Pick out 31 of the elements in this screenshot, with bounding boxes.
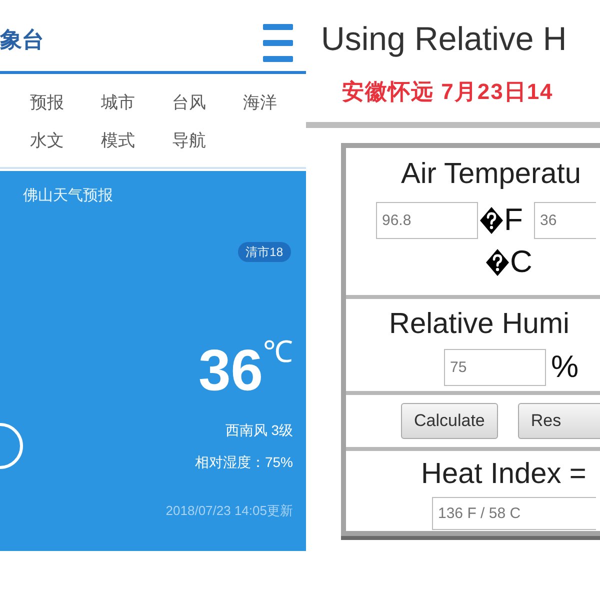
temperature-value: 36 [198,342,263,400]
result-field[interactable]: 136 F / 58 C [432,497,596,530]
info-badge: 清市18 [238,242,291,262]
unit-label: F [504,201,523,239]
input-field[interactable]: 75 [444,348,546,386]
nav-link[interactable]: 台风 [172,92,206,114]
page-title: Using Relative H [321,19,568,59]
nav-link[interactable]: 海洋 [243,92,277,114]
wind-text: 西南风 3级 [225,421,293,440]
update-time: 2018/07/23 14:05更新 [166,502,293,520]
unit-label: C [510,243,532,281]
page-subtitle: 安徽怀远 7月23日14 [342,78,554,106]
input-field[interactable]: 36 [534,202,596,238]
reset-button[interactable]: Res [518,403,600,439]
temperature-unit: ℃ [263,338,293,368]
humidity-text: 相对湿度：75% [194,453,293,472]
nav-link[interactable]: 导航 [172,130,206,152]
unit-label: % [551,348,579,386]
ring-icon [0,422,24,470]
section-heading: Air Temperatu [401,157,581,191]
card-title: 佛山天气预报 [23,186,114,206]
nav-link[interactable]: 水文 [30,130,64,152]
logo[interactable]: 象台 [0,26,44,54]
section-heading: Relative Humi [389,307,570,341]
input-field[interactable]: 96.8 [376,202,478,238]
section-heading: Heat Index = [421,457,586,491]
menu-icon[interactable] [263,24,293,62]
nav-link[interactable]: 模式 [101,130,135,152]
nav-link[interactable]: 城市 [101,92,135,114]
calculate-button[interactable]: Calculate [401,403,498,439]
nav-link[interactable]: 预报 [30,92,64,114]
